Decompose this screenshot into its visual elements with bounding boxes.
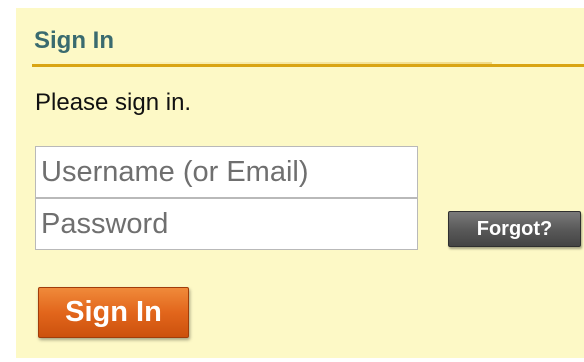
panel-title: Sign In [34,27,114,54]
intro-text: Please sign in. [35,89,192,116]
title-divider [32,62,584,67]
sign-in-panel: Sign In Please sign in. Forgot? Sign In [16,8,584,358]
sign-in-button[interactable]: Sign In [38,287,189,338]
password-input[interactable] [35,198,418,250]
username-input[interactable] [35,146,418,198]
forgot-password-button[interactable]: Forgot? [448,211,581,247]
